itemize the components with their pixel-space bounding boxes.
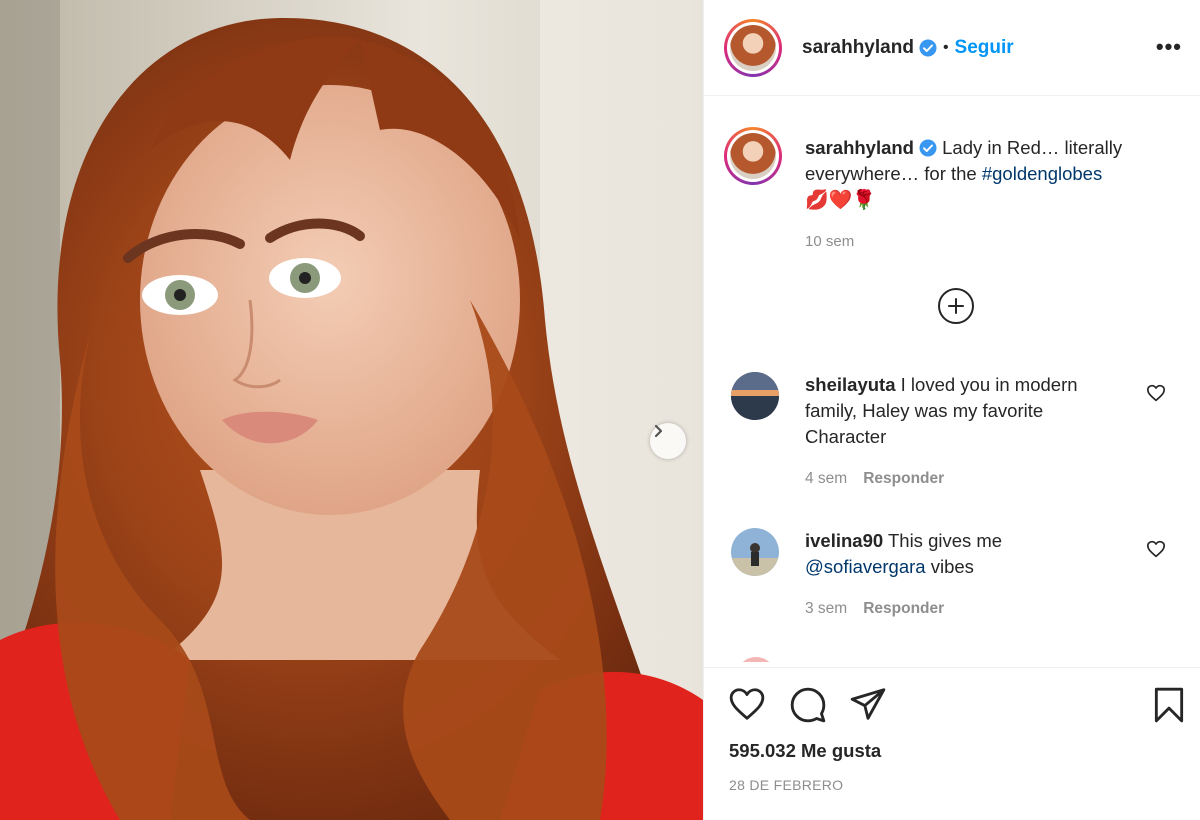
plus-circle-icon — [948, 298, 964, 314]
heart-icon[interactable] — [1146, 384, 1166, 402]
likes-count[interactable]: 595.032 Me gusta — [729, 740, 881, 762]
caption-text: sarahhyland Lady in Red… literally every… — [805, 135, 1165, 214]
chevron-right-icon — [654, 424, 663, 438]
reply-button[interactable]: Responder — [863, 470, 944, 487]
post-image — [0, 0, 703, 820]
mention-link[interactable]: @sofiavergara — [805, 556, 926, 577]
commenter-username[interactable]: ivelina90 — [805, 530, 883, 551]
post-actions: 595.032 Me gusta 28 DE FEBRERO — [704, 667, 1200, 820]
commenter-avatar[interactable] — [731, 528, 779, 576]
post-side-panel: sarahhyland • Seguir ••• sarahhyland Lad… — [703, 0, 1200, 820]
paper-plane-icon[interactable] — [849, 686, 887, 722]
verified-badge-icon — [919, 39, 937, 56]
next-comment-avatar — [736, 657, 776, 662]
commenter-username[interactable]: sheilayuta — [805, 374, 896, 395]
caption-emojis: 💋❤️🌹 — [805, 190, 876, 211]
post-photo[interactable] — [0, 0, 703, 820]
carousel-next-button[interactable] — [650, 423, 686, 459]
commenter-avatar[interactable] — [731, 372, 779, 420]
caption-timestamp: 10 sem — [805, 233, 855, 250]
comment-timestamp: 4 sem — [805, 470, 848, 487]
comment-meta: 3 sem Responder — [805, 600, 944, 618]
header-separator: • — [942, 38, 949, 56]
heart-icon[interactable] — [728, 686, 766, 722]
author-avatar[interactable] — [724, 18, 782, 77]
bookmark-icon[interactable] — [1152, 686, 1186, 724]
comments-list[interactable]: sarahhyland Lady in Red… literally every… — [704, 97, 1200, 662]
comment-text: ivelina90 This gives me @sofiavergara vi… — [805, 530, 1003, 577]
hashtag-link[interactable]: #goldenglobes — [982, 163, 1102, 184]
comment-text: sheilayuta I loved you in modern family,… — [805, 374, 1078, 447]
load-more-comments-button[interactable] — [938, 288, 974, 324]
comment-meta: 4 sem Responder — [805, 470, 944, 488]
post-header: sarahhyland • Seguir ••• — [704, 0, 1200, 96]
reply-button[interactable]: Responder — [863, 600, 944, 617]
author-username[interactable]: sarahhyland — [802, 37, 914, 59]
heart-icon[interactable] — [1146, 540, 1166, 558]
verified-badge-icon — [919, 139, 937, 157]
comment-icon[interactable] — [789, 686, 827, 724]
comment-timestamp: 3 sem — [805, 600, 848, 617]
caption-avatar[interactable] — [724, 127, 782, 185]
follow-button[interactable]: Seguir — [955, 37, 1014, 59]
more-options-icon[interactable]: ••• — [1156, 34, 1182, 60]
post-date[interactable]: 28 DE FEBRERO — [729, 777, 843, 793]
caption-username[interactable]: sarahhyland — [805, 137, 914, 158]
